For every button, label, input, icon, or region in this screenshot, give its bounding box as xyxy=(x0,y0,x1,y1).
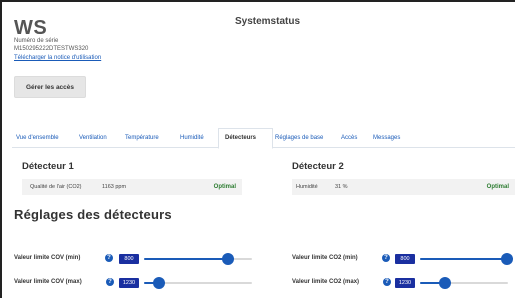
question-circle-icon[interactable]: ? xyxy=(106,278,114,286)
slider-handle[interactable] xyxy=(438,277,451,289)
co2-min-value[interactable]: 800 xyxy=(395,254,415,264)
detector-2-row: Humidité 31 % Optimal xyxy=(292,179,515,195)
serial-value: M150295222DTESTWS320 xyxy=(14,46,89,52)
cov-max-slider[interactable] xyxy=(144,277,252,289)
detector-1-value: 1163 ppm xyxy=(102,184,127,190)
detector-2-title: Détecteur 2 xyxy=(292,161,344,172)
manage-access-button[interactable]: Gérer les accès xyxy=(14,76,86,98)
page-title: Systemstatus xyxy=(234,16,301,27)
slider-handle[interactable] xyxy=(501,253,514,265)
tab-basic-settings[interactable]: Réglages de base xyxy=(275,135,323,141)
question-circle-icon[interactable]: ? xyxy=(105,254,113,262)
detector-1-label: Qualité de l'air (CO2) xyxy=(30,184,82,190)
serial-label: Numéro de série xyxy=(14,38,59,44)
question-circle-icon[interactable]: ? xyxy=(382,254,390,262)
slider-handle[interactable] xyxy=(153,277,166,289)
cov-max-label: Valeur limite COV (max) xyxy=(14,279,82,285)
detector-1-row: Qualité de l'air (CO2) 1163 ppm Optimal xyxy=(22,179,242,195)
co2-min-label: Valeur limite CO2 (min) xyxy=(292,255,358,261)
detector-2-label: Humidité xyxy=(296,184,318,190)
detector-1-title: Détecteur 1 xyxy=(22,161,74,172)
cov-min-slider[interactable] xyxy=(144,253,252,265)
detector-2-value: 31 % xyxy=(335,184,348,190)
co2-max-slider[interactable] xyxy=(420,277,508,289)
detector-settings-title: Réglages des détecteurs xyxy=(14,207,172,222)
tab-overview[interactable]: Vue d'ensemble xyxy=(16,135,59,141)
page-frame xyxy=(0,0,515,298)
manual-download-link[interactable]: Télécharger la notice d'utilisation xyxy=(14,55,101,61)
tab-messages[interactable]: Messages xyxy=(373,135,400,141)
slider-fill xyxy=(144,258,229,260)
detector-1-status: Optimal xyxy=(213,184,236,190)
co2-min-slider[interactable] xyxy=(420,253,514,265)
detector-2-status: Optimal xyxy=(486,184,509,190)
co2-max-value[interactable]: 1230 xyxy=(395,278,415,288)
cov-min-label: Valeur limite COV (min) xyxy=(14,255,81,261)
co2-max-label: Valeur limite CO2 (max) xyxy=(292,279,360,285)
tab-detectors[interactable]: Détecteurs xyxy=(225,135,256,141)
question-circle-icon[interactable]: ? xyxy=(383,278,391,286)
tab-temperature[interactable]: Température xyxy=(125,135,159,141)
tab-access[interactable]: Accès xyxy=(341,135,357,141)
tab-bar: Vue d'ensemble Ventilation Température H… xyxy=(12,128,515,149)
tab-humidity[interactable]: Humidité xyxy=(180,135,204,141)
cov-max-value[interactable]: 1230 xyxy=(119,278,139,288)
slider-fill xyxy=(420,258,508,260)
tab-ventilation[interactable]: Ventilation xyxy=(79,135,107,141)
cov-min-value[interactable]: 800 xyxy=(119,254,139,264)
